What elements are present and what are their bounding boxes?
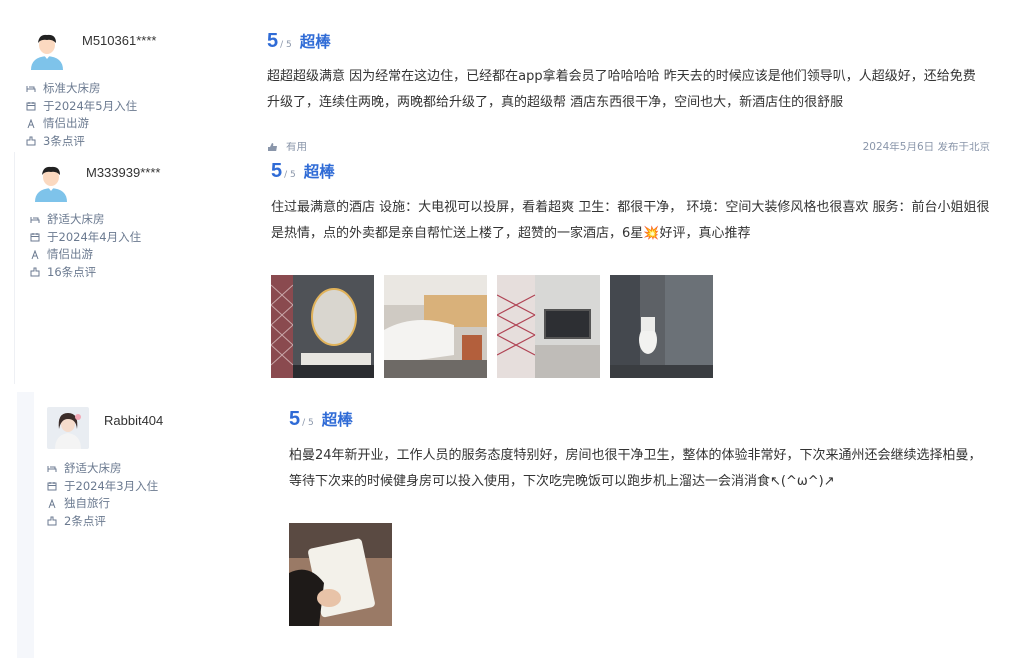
- avatar: [26, 28, 68, 70]
- score: 5 / 5 超棒: [267, 30, 331, 53]
- room-type: 舒适大床房: [47, 212, 105, 226]
- avatar: [47, 407, 89, 449]
- stay-date: 于2024年5月入住: [43, 98, 138, 113]
- review-photos: [271, 275, 713, 378]
- useful-button[interactable]: 有用: [267, 142, 307, 151]
- calendar-icon: [47, 482, 57, 491]
- score: 5 / 5 超棒: [271, 160, 335, 183]
- calendar-icon: [30, 233, 40, 242]
- review-text: 住过最满意的酒店 设施：大电视可以投屏，看着超爽 卫生：都很干净， 环境：空间大…: [271, 200, 990, 241]
- review-2-left-panel: [14, 152, 15, 384]
- reviewer-meta: 舒适大床房 于2024年3月入住 独自旅行 2条点评: [47, 460, 158, 530]
- stay-date: 于2024年4月入住: [47, 229, 142, 244]
- reviewer-meta: 舒适大床房 于2024年4月入住 情侣出游 16条点评: [30, 211, 141, 281]
- review-count: 3条点评: [43, 133, 85, 148]
- username[interactable]: Rabbit404: [104, 413, 163, 428]
- review-count-icon: [47, 516, 57, 526]
- avatar: [30, 160, 72, 202]
- trip-icon: [27, 118, 35, 128]
- review-photos: [289, 523, 392, 626]
- trip-icon: [31, 249, 39, 259]
- room-type: 标准大床房: [43, 81, 101, 95]
- bed-icon: [47, 465, 57, 472]
- trip-icon: [48, 498, 56, 508]
- reviewer-meta: 标准大床房 于2024年5月入住 情侣出游 3条点评: [26, 80, 137, 150]
- review-photo[interactable]: [497, 275, 600, 378]
- score-max: / 5: [284, 170, 296, 180]
- bed-icon: [26, 85, 36, 92]
- review-photo[interactable]: [384, 275, 487, 378]
- review-count-icon: [26, 136, 36, 146]
- score-label: 超棒: [299, 33, 331, 51]
- review-footer: 有用 2024年5月6日 发布于北京: [267, 142, 990, 151]
- review-count: 16条点评: [47, 264, 97, 279]
- username[interactable]: M510361****: [82, 33, 156, 48]
- review-photo[interactable]: [271, 275, 374, 378]
- room-type: 舒适大床房: [64, 461, 122, 475]
- score-label: 超棒: [303, 163, 335, 181]
- review-count: 2条点评: [64, 513, 106, 528]
- score: 5 / 5 超棒: [289, 408, 353, 431]
- useful-label: 有用: [286, 142, 307, 151]
- bed-icon: [30, 216, 40, 223]
- review-text: 超超超级满意 因为经常在这边住，已经都在app拿着会员了哈哈哈哈 昨天去的时候应…: [267, 69, 976, 110]
- score-max: / 5: [302, 418, 314, 428]
- username[interactable]: M333939****: [86, 165, 160, 180]
- trip-type: 情侣出游: [43, 116, 89, 130]
- score-value: 5: [289, 408, 301, 430]
- score-value: 5: [271, 160, 283, 182]
- score-value: 5: [267, 30, 279, 52]
- stay-date: 于2024年3月入住: [64, 478, 159, 493]
- score-label: 超棒: [321, 411, 353, 429]
- calendar-icon: [26, 102, 36, 111]
- post-date: 2024年5月6日 发布于北京: [862, 142, 990, 151]
- review-text: 柏曼24年新开业，工作人员的服务态度特别好，房间也很干净卫生，整体的体验非常好，…: [289, 448, 982, 489]
- review-photo[interactable]: [610, 275, 713, 378]
- trip-type: 情侣出游: [47, 247, 93, 261]
- score-max: / 5: [280, 40, 292, 50]
- review-3-left-panel: [17, 392, 34, 658]
- trip-type: 独自旅行: [64, 496, 110, 510]
- review-count-icon: [30, 267, 40, 277]
- review-photo[interactable]: [289, 523, 392, 626]
- thumb-up-icon: [268, 142, 277, 151]
